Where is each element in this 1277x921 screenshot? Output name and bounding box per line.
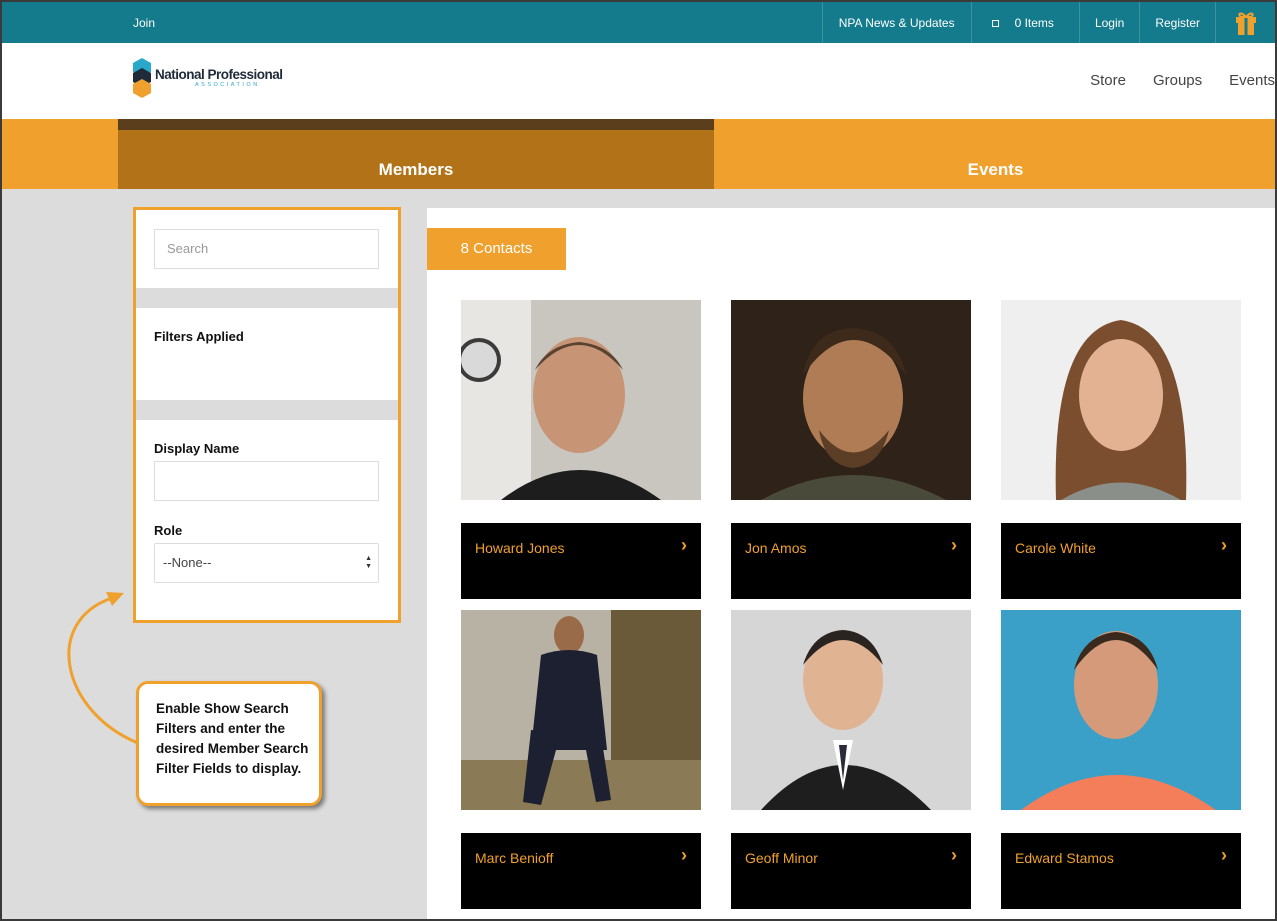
contact-name: Carole White: [1015, 540, 1096, 556]
role-select[interactable]: --None-- ▲ ▼: [154, 543, 379, 583]
chevron-right-icon: ›: [1221, 845, 1227, 865]
news-link[interactable]: NPA News & Updates: [821, 2, 971, 43]
contact-photo[interactable]: [461, 300, 701, 500]
display-name-label: Display Name: [154, 441, 240, 456]
contact-name: Edward Stamos: [1015, 850, 1114, 866]
cart-link[interactable]: 0 Items: [970, 2, 1079, 43]
chevron-right-icon: ›: [681, 535, 687, 555]
tab-members[interactable]: Members: [118, 119, 714, 189]
register-label: Register: [1155, 15, 1200, 30]
role-label: Role: [154, 523, 183, 538]
select-arrows-icon: ▲ ▼: [365, 555, 372, 570]
contact-card-marc-benioff[interactable]: Marc Benioff ›: [461, 833, 701, 909]
contacts-panel: 8 Contacts Howard Jones › Jon Amos › Car…: [427, 208, 1275, 919]
contact-photo[interactable]: [461, 610, 701, 810]
site-header: National Professional ASSOCIATION Store …: [2, 43, 1275, 119]
nav-store[interactable]: Store: [1090, 72, 1126, 89]
tab-members-label: Members: [378, 160, 454, 179]
nav-events[interactable]: Events: [1229, 72, 1275, 89]
join-link[interactable]: Join: [133, 16, 155, 30]
contacts-count-tab[interactable]: 8 Contacts: [427, 228, 566, 270]
instruction-callout: Enable Show Search Filters and enter the…: [136, 681, 322, 806]
contact-name: Jon Amos: [745, 540, 807, 556]
register-link[interactable]: Register: [1139, 2, 1215, 43]
search-input[interactable]: Search: [154, 229, 379, 269]
filters-applied-heading: Filters Applied: [154, 329, 244, 344]
logo-mark-icon: [133, 58, 151, 98]
contact-card-geoff-minor[interactable]: Geoff Minor ›: [731, 833, 971, 909]
role-selected-value: --None--: [163, 555, 212, 570]
login-link[interactable]: Login: [1078, 2, 1139, 43]
tab-events[interactable]: Events: [714, 119, 1275, 189]
chevron-right-icon: ›: [681, 845, 687, 865]
contact-card-edward-stamos[interactable]: Edward Stamos ›: [1001, 833, 1241, 909]
chevron-right-icon: ›: [951, 845, 957, 865]
contact-photo[interactable]: [731, 610, 971, 810]
cart-icon: [991, 20, 999, 27]
section-tabs: Members Events: [2, 119, 1275, 189]
npa-logo[interactable]: National Professional ASSOCIATION: [133, 58, 283, 98]
search-filters-panel: Search Filters Applied Display Name Role…: [133, 207, 401, 623]
contact-card-howard-jones[interactable]: Howard Jones ›: [461, 523, 701, 599]
display-name-field[interactable]: [154, 461, 379, 501]
tab-members-shade: [118, 119, 714, 130]
cart-label: 0 Items: [1014, 15, 1054, 30]
gift-icon[interactable]: [1215, 2, 1275, 43]
page-frame: Join NPA News & Updates 0 Items Login Re…: [0, 0, 1277, 921]
contact-card-jon-amos[interactable]: Jon Amos ›: [731, 523, 971, 599]
contact-photo[interactable]: [1001, 610, 1241, 810]
contact-photo[interactable]: [1001, 300, 1241, 500]
chevron-right-icon: ›: [951, 535, 957, 555]
contact-name: Marc Benioff: [475, 850, 554, 866]
chevron-right-icon: ›: [1221, 535, 1227, 555]
news-label: NPA News & Updates: [838, 15, 955, 30]
main-nav: Store Groups Events: [1090, 72, 1275, 89]
contact-name: Howard Jones: [475, 540, 565, 556]
tab-events-label: Events: [967, 160, 1024, 179]
panel-divider: [136, 288, 398, 308]
panel-divider: [136, 400, 398, 420]
logo-name: National Professional: [155, 66, 283, 82]
contact-name: Geoff Minor: [745, 850, 818, 866]
nav-groups[interactable]: Groups: [1153, 72, 1202, 89]
login-label: Login: [1094, 15, 1125, 30]
top-utility-bar: Join NPA News & Updates 0 Items Login Re…: [2, 2, 1275, 43]
utility-links: NPA News & Updates 0 Items Login Registe…: [821, 2, 1275, 43]
contact-photo[interactable]: [731, 300, 971, 500]
contact-card-carole-white[interactable]: Carole White ›: [1001, 523, 1241, 599]
logo-subtitle: ASSOCIATION: [195, 82, 260, 88]
